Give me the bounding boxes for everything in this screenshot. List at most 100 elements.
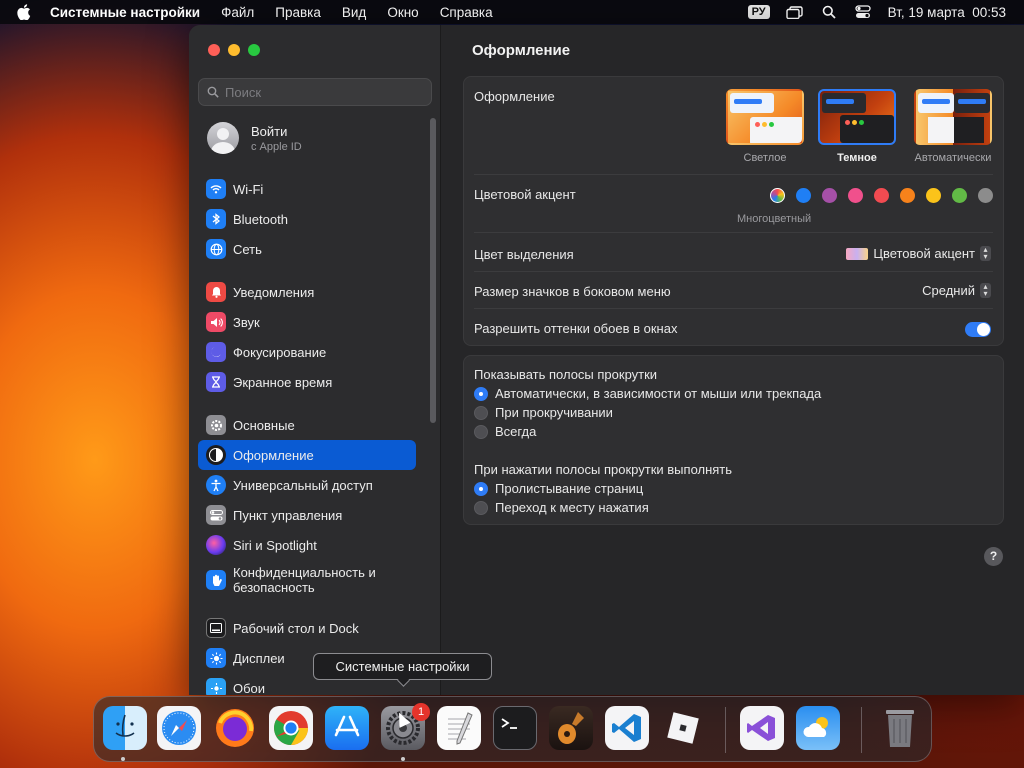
terminal-icon[interactable] [493,706,537,750]
running-indicator [121,757,125,761]
radio-button[interactable] [474,481,488,496]
sun-icon [206,648,226,668]
theme-dark-option[interactable]: Темное [818,89,896,164]
hand-icon [206,570,226,590]
radio-button[interactable] [474,424,488,439]
sidebar-item-desktop-dock[interactable]: Рабочий стол и Dock [198,613,416,643]
theme-auto-label: Автоматически [914,152,992,164]
sidebar-icon-size-label: Размер значков в боковом меню [474,284,671,299]
scrollbars-auto-radio[interactable]: Автоматически, в зависимости от мыши или… [474,386,821,401]
avatar [207,122,239,154]
weather-icon[interactable] [796,706,840,750]
accent-yellow-swatch[interactable] [926,188,941,203]
accent-red-swatch[interactable] [874,188,889,203]
garageband-icon[interactable] [549,706,593,750]
menu-app-name[interactable]: Системные настройки [50,5,200,20]
accent-green-swatch[interactable] [952,188,967,203]
divider [474,174,993,175]
visual-studio-icon[interactable] [740,706,784,750]
apple-menu-icon[interactable] [14,2,34,22]
sidebar-item-notifications[interactable]: Уведомления [198,277,416,307]
minimize-button[interactable] [228,44,240,56]
accent-purple-swatch[interactable] [822,188,837,203]
click-scrollbar-label: При нажатии полосы прокрутки выполнять [474,462,733,477]
sidebar-item-label: Дисплеи [233,650,285,666]
menu-view[interactable]: Вид [342,5,366,20]
sidebar-item-general[interactable]: Основные [198,410,416,440]
safari-icon[interactable] [157,706,201,750]
close-button[interactable] [208,44,220,56]
globe-icon [206,239,226,259]
menu-clock[interactable]: Вт, 19 марта 00:53 [888,5,1006,20]
sidebar-item-screen-time[interactable]: Экранное время [198,367,416,397]
window-switcher-icon[interactable] [786,4,804,20]
accent-graphite-swatch[interactable] [978,188,993,203]
sidebar-item-label: Фокусирование [233,344,327,360]
sidebar-item-network[interactable]: Сеть [198,234,416,264]
sidebar-item-wifi[interactable]: Wi-Fi [198,174,416,204]
textedit-icon[interactable] [437,706,481,750]
click-scrollbar-next-page-radio[interactable]: Пролистывание страниц [474,481,643,496]
menu-file[interactable]: Файл [221,5,254,20]
sidebar: Войти с Apple ID Wi-Fi Bluetooth Сеть Ув… [189,25,441,695]
sidebar-item-label: Звук [233,314,260,330]
click-scrollbar-jump-radio[interactable]: Переход к месту нажатия [474,500,649,515]
spotlight-search-icon[interactable] [820,4,838,20]
apple-id-signin[interactable]: Войти с Apple ID [207,122,302,154]
theme-dark-thumbnail [818,89,896,145]
sidebar-item-appearance[interactable]: Оформление [198,440,416,470]
sidebar-item-label: Wi-Fi [233,181,264,197]
highlight-color-value: Цветовой акцент [873,246,975,261]
appearance-settings-group: Оформление Светлое Темное Автоматически … [463,76,1004,346]
menu-edit[interactable]: Правка [275,5,321,20]
zoom-button[interactable] [248,44,260,56]
radio-button[interactable] [474,500,488,515]
sidebar-item-bluetooth[interactable]: Bluetooth [198,204,416,234]
vscode-icon[interactable] [605,706,649,750]
control-center-icon[interactable] [854,4,872,20]
firefox-icon[interactable] [213,706,257,750]
chrome-icon[interactable] [269,706,313,750]
theme-light-option[interactable]: Светлое [726,89,804,164]
sidebar-item-label: Конфиденциальность и безопасность [233,565,376,595]
radio-button[interactable] [474,386,488,401]
app-store-icon[interactable] [325,706,369,750]
sidebar-item-sound[interactable]: Звук [198,307,416,337]
sidebar-item-focus[interactable]: Фокусирование [198,337,416,367]
roblox-icon[interactable] [661,706,705,750]
control-center-icon [206,505,226,525]
accent-pink-swatch[interactable] [848,188,863,203]
wallpaper-tinting-toggle[interactable] [965,322,991,337]
accent-orange-swatch[interactable] [900,188,915,203]
menu-help[interactable]: Справка [440,5,493,20]
sidebar-item-accessibility[interactable]: Универсальный доступ [198,470,416,500]
sidebar-item-label: Универсальный доступ [233,477,373,493]
sidebar-item-label: Пункт управления [233,507,343,523]
sidebar-search[interactable] [198,78,432,106]
radio-button[interactable] [474,405,488,420]
input-source-indicator[interactable]: РУ [747,5,770,19]
scrollbars-when-scrolling-radio[interactable]: При прокручивании [474,405,613,420]
scrollbars-always-radio[interactable]: Всегда [474,424,536,439]
dock-tooltip: Системные настройки [313,653,492,680]
show-scrollbars-label: Показывать полосы прокрутки [474,367,658,382]
finder-icon[interactable] [103,706,147,750]
sidebar-scrollbar[interactable] [430,118,436,423]
sidebar-item-control-center[interactable]: Пункт управления [198,500,416,530]
accent-blue-swatch[interactable] [796,188,811,203]
divider [474,232,993,233]
highlight-color-popup[interactable]: Цветовой акцент ▴ ▾ [846,246,991,261]
sidebar-item-siri-spotlight[interactable]: Siri и Spotlight [198,530,416,560]
sidebar-icon-size-popup[interactable]: Средний ▴ ▾ [922,283,991,298]
help-button[interactable]: ? [984,547,1003,566]
sidebar-item-privacy[interactable]: Конфиденциальность и безопасность [198,558,416,602]
accent-multicolor-swatch[interactable] [770,188,785,203]
theme-light-thumbnail [726,89,804,145]
search-input[interactable] [225,84,415,100]
theme-auto-option[interactable]: Автоматически [910,89,996,164]
trash-icon[interactable] [878,706,922,750]
menu-window[interactable]: Окно [387,5,418,20]
radio-label: При прокручивании [495,405,613,420]
content-pane: Оформление Оформление Светлое Темное Авт… [442,25,1024,695]
sidebar-item-label: Рабочий стол и Dock [233,620,359,636]
